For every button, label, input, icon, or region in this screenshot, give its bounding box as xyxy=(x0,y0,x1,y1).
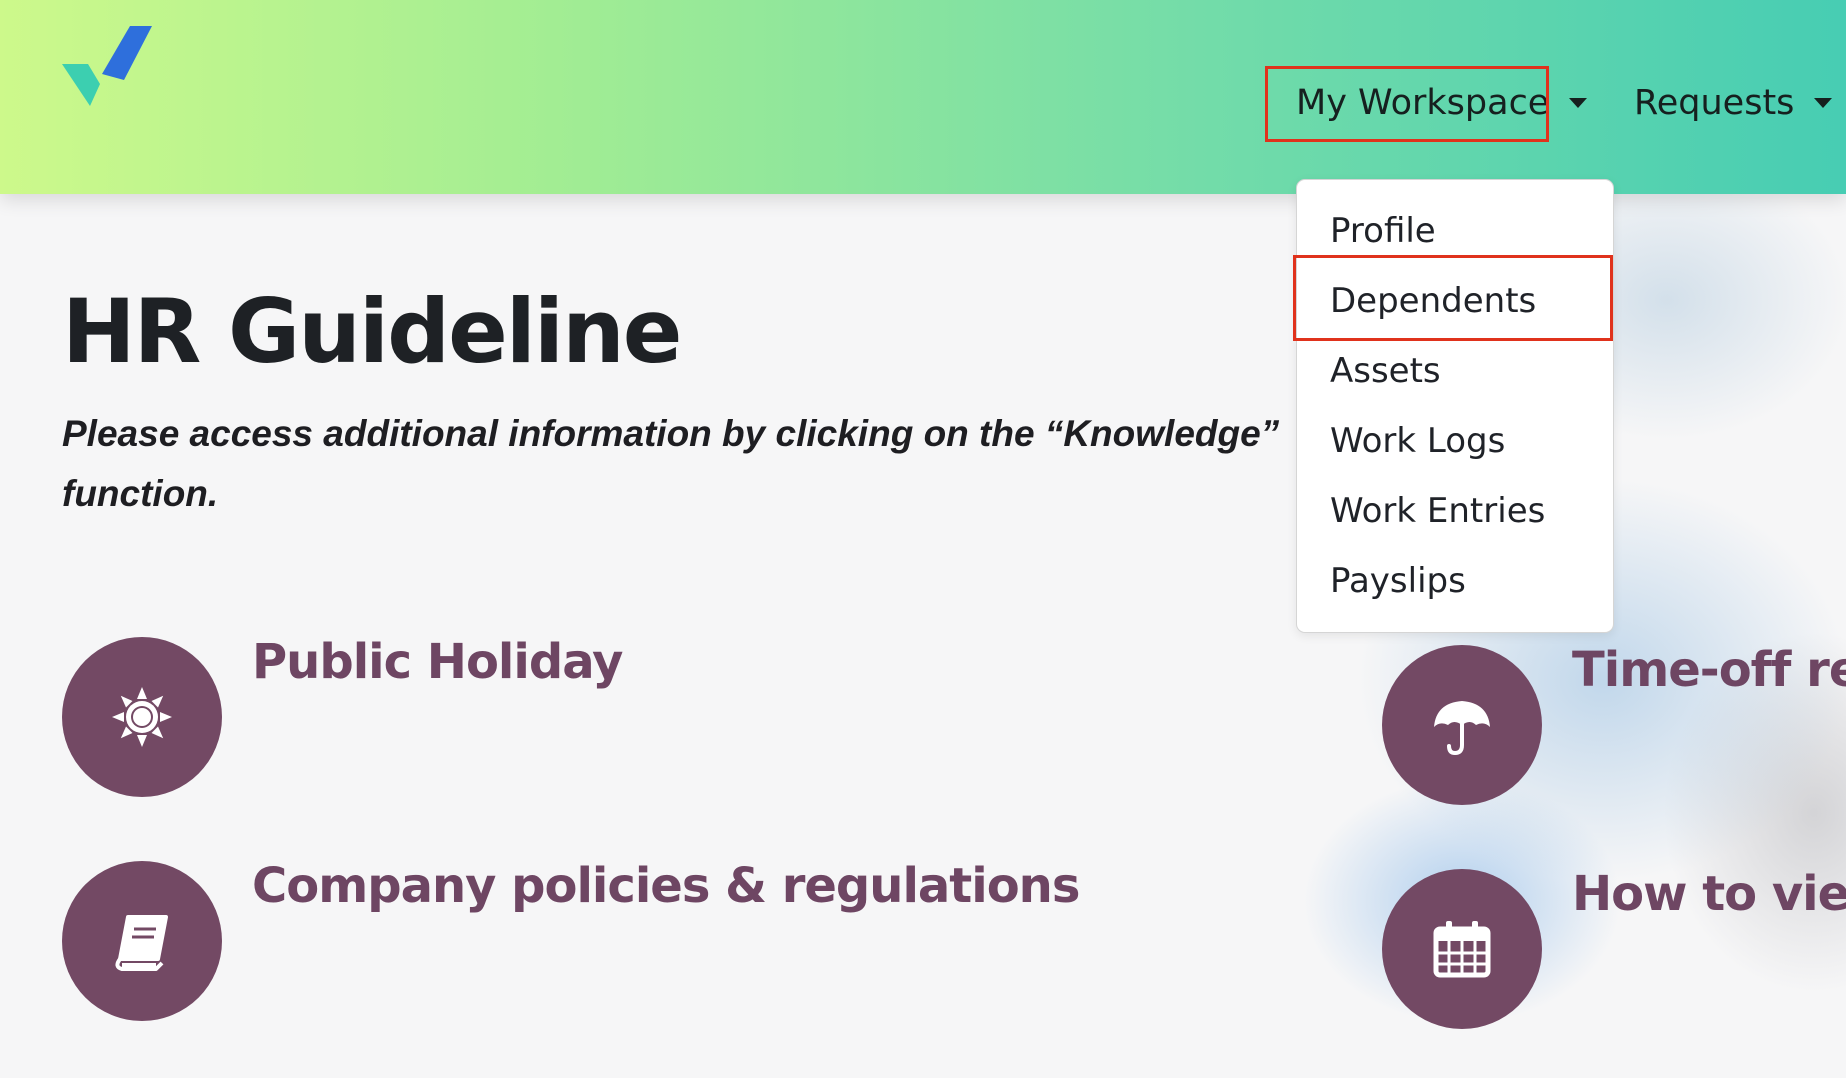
calendar-icon xyxy=(1433,921,1491,978)
caret-down-icon xyxy=(1569,98,1588,108)
card-title-public-holiday[interactable]: Public Holiday xyxy=(252,634,623,690)
page-subtitle: Please access additional information by … xyxy=(62,413,1280,514)
app-logo[interactable] xyxy=(60,24,156,108)
public-holiday-icon-button[interactable] xyxy=(62,637,222,797)
menu-item-work-logs[interactable]: Work Logs xyxy=(1330,416,1505,466)
menu-item-payslips[interactable]: Payslips xyxy=(1330,556,1466,606)
caret-down-icon xyxy=(1814,98,1833,108)
how-to-view-icon-button[interactable] xyxy=(1382,869,1542,1029)
sun-icon xyxy=(112,687,172,747)
book-icon xyxy=(115,915,168,971)
card-title-time-off[interactable]: Time-off re xyxy=(1572,642,1846,698)
nav-requests[interactable]: Requests xyxy=(1634,78,1833,128)
menu-item-work-entries[interactable]: Work Entries xyxy=(1330,486,1545,536)
nav-my-workspace-label: My Workspace xyxy=(1296,83,1550,123)
card-title-company-policies[interactable]: Company policies & regulations xyxy=(252,858,1080,914)
umbrella-icon xyxy=(1434,701,1490,756)
time-off-icon-button[interactable] xyxy=(1382,645,1542,805)
card-title-how-to-view[interactable]: How to view xyxy=(1572,866,1846,922)
menu-item-dependents[interactable]: Dependents xyxy=(1330,276,1536,326)
nav-my-workspace[interactable]: My Workspace xyxy=(1296,78,1588,128)
workspace-dropdown-menu: Profile Dependents Assets Work Logs Work… xyxy=(1296,179,1614,633)
company-policies-icon-button[interactable] xyxy=(62,861,222,1021)
nav-requests-label: Requests xyxy=(1634,83,1795,123)
menu-item-assets[interactable]: Assets xyxy=(1330,346,1441,396)
top-header: My Workspace Requests xyxy=(0,0,1846,194)
menu-item-profile[interactable]: Profile xyxy=(1330,206,1436,256)
page-title: HR Guideline xyxy=(62,280,682,383)
